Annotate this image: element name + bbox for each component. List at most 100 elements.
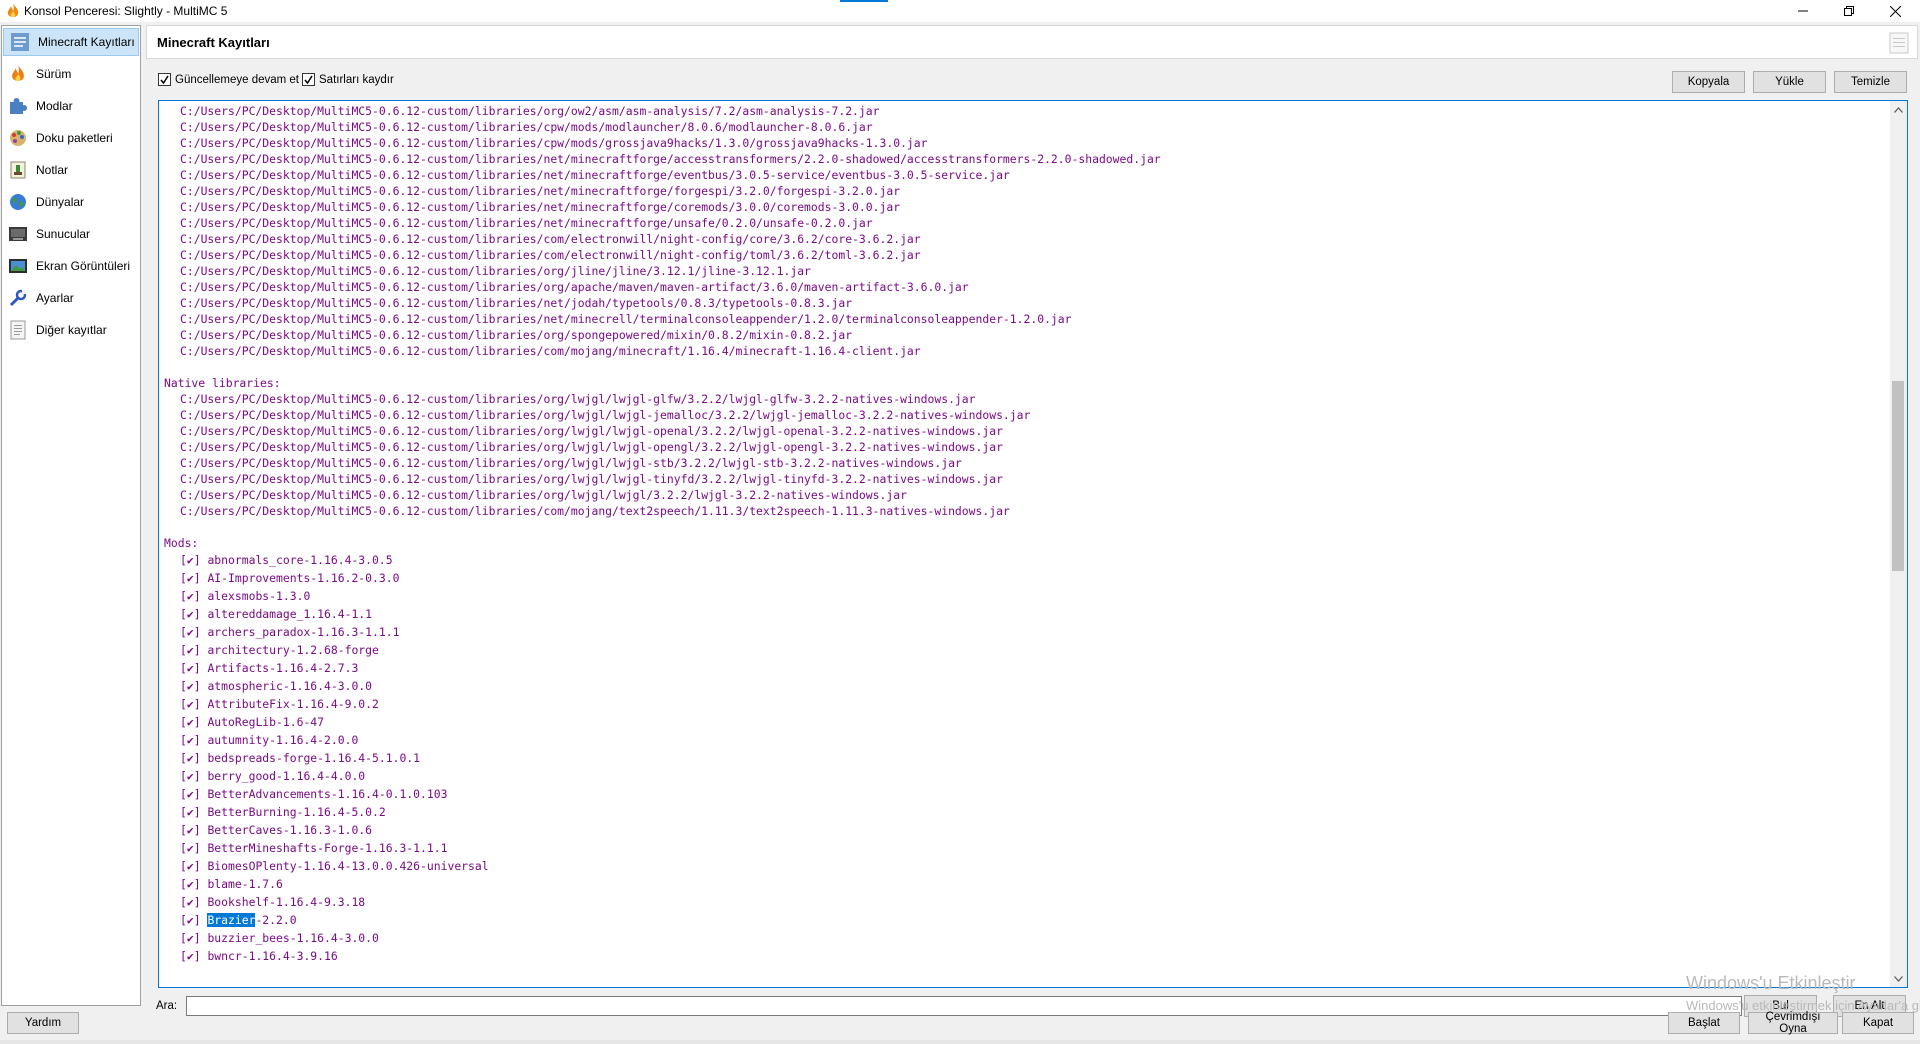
native-list: C:/Users/PC/Desktop/MultiMC5-0.6.12-cust… [159,391,1889,519]
mod-enabled-check: [✔] [180,607,201,621]
upload-button[interactable]: Yükle [1753,71,1826,93]
title-bar: Konsol Penceresi: Slightly - MultiMC 5 [0,0,1920,22]
library-line: C:/Users/PC/Desktop/MultiMC5-0.6.12-cust… [180,216,873,230]
library-line: C:/Users/PC/Desktop/MultiMC5-0.6.12-cust… [180,328,853,342]
mod-line: [✔] abnormals_core-1.16.4-3.0.5 [159,551,1889,569]
scrollbar-thumb[interactable] [1892,381,1904,571]
checkbox-label: Güncellemeye devam et [175,73,300,86]
library-line: C:/Users/PC/Desktop/MultiMC5-0.6.12-cust… [180,280,969,294]
sidebar-item-servers[interactable]: Sunucular [2,220,140,248]
mod-line: [✔] BetterBurning-1.16.4-5.0.2 [159,803,1889,821]
library-list: C:/Users/PC/Desktop/MultiMC5-0.6.12-cust… [159,103,1889,359]
mod-enabled-check: [✔] [180,859,201,873]
native-library-line: C:/Users/PC/Desktop/MultiMC5-0.6.12-cust… [180,424,1003,438]
mod-name: blame-1.7.6 [207,877,283,891]
library-line: C:/Users/PC/Desktop/MultiMC5-0.6.12-cust… [180,296,853,310]
mod-enabled-check: [✔] [180,697,201,711]
sidebar-item-label: Modlar [36,99,73,113]
mod-enabled-check: [✔] [180,589,201,603]
sidebar-item-label: Sunucular [36,227,91,241]
wrap-lines-checkbox[interactable]: Satırları kaydır [302,73,394,86]
mod-name: alexsmobs-1.3.0 [207,589,311,603]
scroll-up-arrow-icon[interactable] [1890,101,1907,118]
mod-name: BetterBurning-1.16.4-5.0.2 [207,805,386,819]
sidebar-item-other-logs[interactable]: Diğer kayıtlar [2,316,140,344]
mod-line: [✔] Bookshelf-1.16.4-9.3.18 [159,893,1889,911]
mod-line: [✔] alexsmobs-1.3.0 [159,587,1889,605]
mod-line: [✔] AI-Improvements-1.16.2-0.3.0 [159,569,1889,587]
mod-enabled-check: [✔] [180,553,201,567]
mod-name: berry_good-1.16.4-4.0.0 [207,769,366,783]
scroll-down-arrow-icon[interactable] [1890,970,1907,987]
help-button[interactable]: Yardım [7,1012,79,1034]
checkbox-label: Satırları kaydır [319,73,394,86]
close-icon [1889,5,1901,17]
sidebar-item-settings[interactable]: Ayarlar [2,284,140,312]
native-library-line: C:/Users/PC/Desktop/MultiMC5-0.6.12-cust… [180,440,1003,454]
mod-line: [✔] bwncr-1.16.4-3.9.16 [159,947,1889,965]
sidebar: Minecraft Kayıtları Sürüm Modlar Doku pa… [1,25,141,1006]
minimize-icon [1798,6,1808,16]
main-panel: Minecraft Kayıtları Güncellemeye devam e… [146,25,1920,1017]
checkbox-box[interactable] [302,73,315,86]
restore-button[interactable] [1826,0,1872,22]
mod-enabled-check: [✔] [180,625,201,639]
clear-button[interactable]: Temizle [1834,71,1907,93]
sidebar-item-worlds[interactable]: Dünyalar [2,188,140,216]
sidebar-item-version[interactable]: Sürüm [2,60,140,88]
mod-line: [✔] autumnity-1.16.4-2.0.0 [159,731,1889,749]
library-line: C:/Users/PC/Desktop/MultiMC5-0.6.12-cust… [180,136,928,150]
log-icon [9,31,31,53]
puzzle-icon [7,95,29,117]
native-library-line: C:/Users/PC/Desktop/MultiMC5-0.6.12-cust… [180,408,1031,422]
mod-name: abnormals_core-1.16.4-3.0.5 [207,553,393,567]
activation-watermark-title: Windows'u Etkinleştir [1686,973,1856,993]
mod-line: [✔] atmospheric-1.16.4-3.0.0 [159,677,1889,695]
sidebar-item-texture-packs[interactable]: Doku paketleri [2,124,140,152]
mod-enabled-check: [✔] [180,715,201,729]
mod-line: [✔] architectury-1.2.68-forge [159,641,1889,659]
library-line: C:/Users/PC/Desktop/MultiMC5-0.6.12-cust… [180,200,901,214]
log-document-icon [1889,32,1909,54]
mod-line: [✔] blame-1.7.6 [159,875,1889,893]
console-output[interactable]: C:/Users/PC/Desktop/MultiMC5-0.6.12-cust… [158,100,1908,988]
library-line: C:/Users/PC/Desktop/MultiMC5-0.6.12-cust… [180,232,921,246]
close-window-button[interactable] [1872,0,1918,22]
mod-line: [✔] altereddamage_1.16.4-1.1 [159,605,1889,623]
keep-updating-checkbox[interactable]: Güncellemeye devam et [158,73,299,86]
mod-name-rest: -2.2.0 [255,913,297,927]
library-line: C:/Users/PC/Desktop/MultiMC5-0.6.12-cust… [180,184,901,198]
sidebar-item-label: Dünyalar [36,195,85,209]
play-offline-button[interactable]: Çevrimdışı Oyna [1748,1011,1838,1035]
mod-enabled-check: [✔] [180,751,201,765]
sidebar-item-mods[interactable]: Modlar [2,92,140,120]
mod-name: buzzier_bees-1.16.4-3.0.0 [207,931,379,945]
copy-button[interactable]: Kopyala [1672,71,1745,93]
native-libraries-header: Native libraries: [164,376,281,390]
bottom-border [0,1040,1920,1044]
search-input[interactable] [186,996,1742,1016]
page-header: Minecraft Kayıtları [146,25,1918,59]
mod-line: [✔] BetterAdvancements-1.16.4-0.1.0.103 [159,785,1889,803]
close-button[interactable]: Kapat [1842,1012,1914,1034]
mod-name: AI-Improvements-1.16.2-0.3.0 [207,571,400,585]
launch-button[interactable]: Başlat [1668,1012,1740,1034]
search-label: Ara: [156,1000,178,1012]
mod-line: [✔] berry_good-1.16.4-4.0.0 [159,767,1889,785]
library-line: C:/Users/PC/Desktop/MultiMC5-0.6.12-cust… [180,248,921,262]
mod-name: BiomesOPlenty-1.16.4-13.0.0.426-universa… [207,859,489,873]
sidebar-item-notes[interactable]: Notlar [2,156,140,184]
mod-name: BetterAdvancements-1.16.4-0.1.0.103 [207,787,448,801]
checkbox-box[interactable] [158,73,171,86]
multimc-flame-icon [6,3,20,19]
mod-enabled-check: [✔] [180,571,201,585]
sidebar-item-label: Minecraft Kayıtları [38,35,135,49]
sidebar-item-label: Ekran Görüntüleri [36,259,131,273]
mod-name: BetterCaves-1.16.3-1.0.6 [207,823,373,837]
sidebar-item-screenshots[interactable]: Ekran Görüntüleri [2,252,140,280]
library-line: C:/Users/PC/Desktop/MultiMC5-0.6.12-cust… [180,312,1072,326]
console-scrollbar[interactable] [1890,101,1907,987]
mod-name: architectury-1.2.68-forge [207,643,379,657]
sidebar-item-minecraft-logs[interactable]: Minecraft Kayıtları [3,28,139,56]
minimize-button[interactable] [1780,0,1826,22]
